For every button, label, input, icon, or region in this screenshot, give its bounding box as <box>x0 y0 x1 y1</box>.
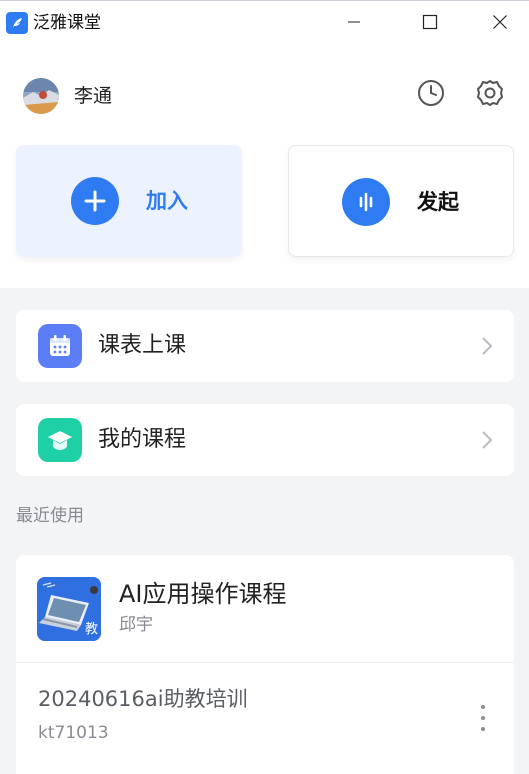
title-bar: 泛雅课堂 <box>0 0 529 46</box>
class-code: kt71013 <box>38 723 109 743</box>
maximize-button[interactable] <box>395 1 465 47</box>
join-label: 加入 <box>146 189 188 213</box>
more-dot-icon <box>481 727 485 731</box>
course-thumbnail: 教 <box>37 577 101 641</box>
more-dot-icon <box>481 716 485 720</box>
graduation-cap-icon <box>38 418 82 462</box>
history-button[interactable] <box>415 79 447 111</box>
app-logo-icon <box>6 12 28 34</box>
join-card[interactable]: 加入 <box>16 145 242 257</box>
class-name: 20240616ai助教培训 <box>38 687 248 711</box>
recent-section-title: 最近使用 <box>16 506 84 526</box>
menu-label-my-courses: 我的课程 <box>98 427 187 452</box>
more-options-button[interactable] <box>478 705 488 731</box>
chevron-right-icon <box>480 430 494 450</box>
minimize-icon <box>346 14 362 34</box>
divider <box>16 662 514 663</box>
menu-label-schedule: 课表上课 <box>98 333 187 358</box>
plus-icon <box>71 177 119 225</box>
calendar-icon <box>38 324 82 368</box>
settings-gear-icon <box>475 78 505 112</box>
app-title: 泛雅课堂 <box>33 13 101 33</box>
user-name: 李通 <box>74 85 113 107</box>
chevron-right-icon <box>480 336 494 356</box>
maximize-icon <box>422 14 438 34</box>
start-label: 发起 <box>417 190 459 214</box>
settings-button[interactable] <box>474 79 506 111</box>
history-clock-icon <box>416 78 446 112</box>
audio-bars-icon <box>342 178 390 226</box>
close-button[interactable] <box>465 1 529 47</box>
menu-item-schedule[interactable]: 课表上课 <box>16 310 514 382</box>
minimize-button[interactable] <box>319 1 389 47</box>
avatar[interactable] <box>23 78 59 114</box>
recent-course-card: 教 AI应用操作课程 邱宇 20240616ai助教培训 kt71013 <box>16 555 514 774</box>
course-name: AI应用操作课程 <box>119 580 287 608</box>
course-thumb-badge: 教 <box>84 622 98 637</box>
menu-item-my-courses[interactable]: 我的课程 <box>16 404 514 476</box>
start-card[interactable]: 发起 <box>288 145 514 257</box>
close-icon <box>492 14 508 34</box>
more-dot-icon <box>481 705 485 709</box>
course-teacher: 邱宇 <box>119 615 153 635</box>
